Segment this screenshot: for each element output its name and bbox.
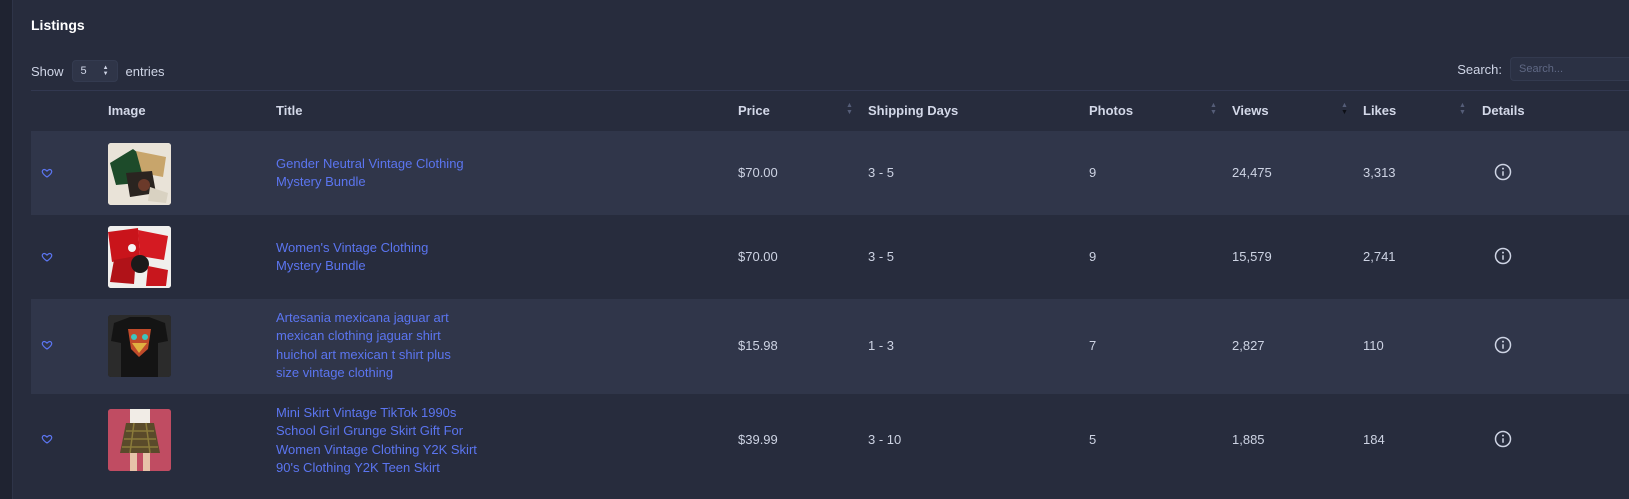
listings-panel: Listings Show 5 ▲▼ entries Search: Image…: [12, 0, 1629, 499]
column-price[interactable]: Price: [738, 103, 770, 118]
listing-shipping: 1 - 3: [868, 338, 895, 353]
listing-thumbnail[interactable]: [108, 143, 171, 205]
heart-icon[interactable]: [41, 251, 53, 263]
column-views[interactable]: Views: [1232, 103, 1269, 118]
listing-title-link[interactable]: Women's Vintage Clothing Mystery Bundle: [276, 239, 491, 276]
table-row: Women's Vintage Clothing Mystery Bundle $…: [31, 215, 1629, 299]
search-label: Search:: [1457, 61, 1502, 77]
column-image[interactable]: Image: [108, 103, 146, 118]
listing-likes: 3,313: [1363, 165, 1396, 180]
heart-icon[interactable]: [41, 433, 53, 445]
panel-title: Listings: [31, 17, 85, 33]
listing-likes: 2,741: [1363, 249, 1396, 264]
listing-thumbnail[interactable]: [108, 226, 171, 288]
table-row: Gender Neutral Vintage Clothing Mystery B…: [31, 131, 1629, 215]
heart-icon[interactable]: [41, 167, 53, 179]
search-input[interactable]: [1510, 57, 1629, 81]
search-control: Search:: [1457, 57, 1629, 81]
listing-shipping: 3 - 5: [868, 249, 895, 264]
sort-active-icon[interactable]: ▲ ▼: [1341, 102, 1348, 116]
listing-price: $15.98: [738, 338, 778, 353]
listing-title-link[interactable]: Gender Neutral Vintage Clothing Mystery B…: [276, 155, 491, 192]
column-shipping[interactable]: Shipping Days: [868, 103, 958, 118]
listing-shipping: 3 - 5: [868, 165, 895, 180]
listing-price: $70.00: [738, 165, 778, 180]
listing-photos: 9: [1089, 249, 1097, 264]
listing-views: 2,827: [1232, 338, 1265, 353]
sort-icon[interactable]: ▲ ▼: [846, 102, 853, 116]
listing-price: $39.99: [738, 432, 778, 447]
column-title[interactable]: Title: [276, 103, 303, 118]
listing-title-link[interactable]: Artesania mexicana jaguar art mexican clo…: [276, 309, 491, 382]
listing-views: 24,475: [1232, 165, 1272, 180]
listing-shipping: 3 - 10: [868, 432, 902, 447]
select-arrows-icon: ▲ ▼: [102, 65, 109, 77]
sort-icon[interactable]: ▲ ▼: [1210, 102, 1217, 116]
listing-likes: 184: [1363, 432, 1385, 447]
page-size-value: 5: [80, 65, 87, 77]
info-circle-icon[interactable]: [1494, 336, 1512, 354]
table-header: Image Title Price ▲ ▼ Shipping Days Photo…: [31, 90, 1629, 131]
column-likes[interactable]: Likes: [1363, 103, 1396, 118]
listing-photos: 5: [1089, 432, 1097, 447]
listing-price: $70.00: [738, 249, 778, 264]
page-size-select[interactable]: 5 ▲ ▼: [71, 60, 118, 82]
column-photos[interactable]: Photos: [1089, 103, 1133, 118]
info-circle-icon[interactable]: [1494, 163, 1512, 181]
show-label: Show: [31, 63, 64, 79]
heart-icon[interactable]: [41, 339, 53, 351]
entries-label: entries: [125, 63, 165, 79]
table-row: Artesania mexicana jaguar art mexican clo…: [31, 299, 1629, 394]
table-row: Mini Skirt Vintage TikTok 1990s School Gi…: [31, 394, 1629, 489]
listing-likes: 110: [1363, 338, 1384, 353]
listing-views: 1,885: [1232, 432, 1265, 447]
listings-table: Image Title Price ▲ ▼ Shipping Days Photo…: [31, 90, 1629, 489]
listing-views: 15,579: [1232, 249, 1272, 264]
sort-icon[interactable]: ▲ ▼: [1459, 102, 1466, 116]
info-circle-icon[interactable]: [1494, 430, 1512, 448]
info-circle-icon[interactable]: [1494, 247, 1512, 265]
listing-photos: 9: [1089, 165, 1097, 180]
listing-thumbnail[interactable]: [108, 315, 171, 377]
page-size-control: Show 5 ▲ ▼ entries: [31, 60, 165, 82]
listing-thumbnail[interactable]: [108, 409, 171, 471]
listing-photos: 7: [1089, 338, 1097, 353]
listing-title-link[interactable]: Mini Skirt Vintage TikTok 1990s School Gi…: [276, 404, 491, 477]
column-details: Details: [1482, 103, 1525, 118]
